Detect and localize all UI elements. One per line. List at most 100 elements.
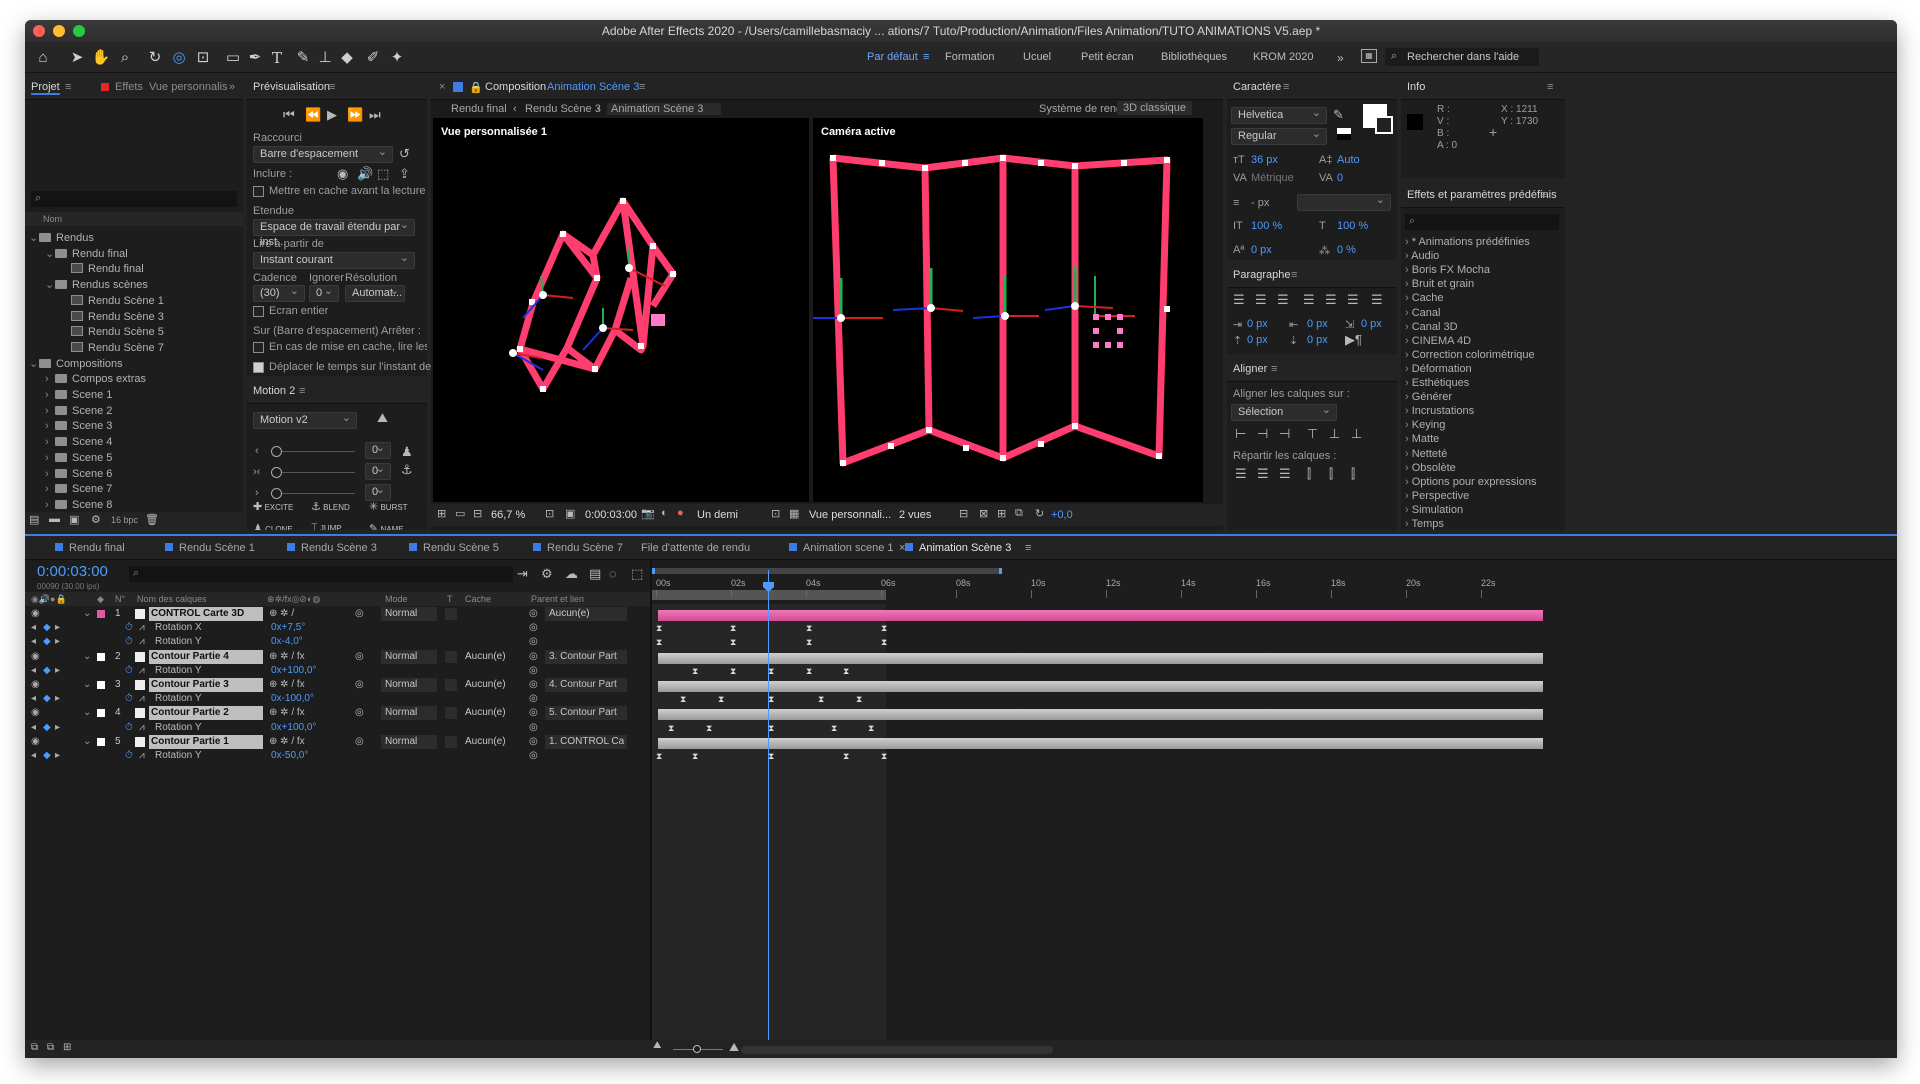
motion-preset-dropdown[interactable]: Motion v2 <box>253 411 357 429</box>
motion-name-button[interactable]: ✎ NAME <box>369 522 404 530</box>
property-value[interactable]: 0x+100,0° <box>271 664 316 678</box>
font-family-dropdown[interactable]: Helvetica <box>1231 106 1327 124</box>
comp-menu-icon[interactable]: ≡ <box>639 81 645 93</box>
play-from-dropdown[interactable]: Instant courant <box>253 251 415 269</box>
pickwhip-icon[interactable]: ◎ <box>529 735 538 749</box>
expand-arrow-icon[interactable]: ⌄ <box>29 230 39 246</box>
layer-name[interactable]: Contour Partie 3 <box>149 678 263 692</box>
blend-mode-dropdown[interactable]: Normal <box>381 678 437 692</box>
motion-clone-button[interactable]: ♟ CLONE <box>253 522 293 530</box>
cadence-dropdown[interactable]: (30) <box>253 284 305 302</box>
next-keyframe-icon[interactable]: ▸ <box>55 721 60 735</box>
keyframe-icon[interactable]: ⧗ <box>881 638 887 647</box>
project-item[interactable]: ⌄ Compositions <box>29 356 123 372</box>
add-keyframe-icon[interactable]: ◆ <box>43 721 51 735</box>
expand-arrow-icon[interactable]: › <box>1405 292 1412 304</box>
prev-keyframe-icon[interactable]: ◂ <box>31 664 36 678</box>
layer-label-color-icon[interactable] <box>97 737 105 746</box>
close-comp-icon[interactable]: × <box>439 81 445 93</box>
tab-menu-icon[interactable]: ≡ <box>1025 542 1031 554</box>
renderer-dropdown[interactable]: 3D classique <box>1117 101 1192 115</box>
ignore-dropdown[interactable]: 0 <box>309 284 339 302</box>
draft-3d-icon[interactable]: ⊠ <box>979 507 988 520</box>
effects-presets-tab[interactable]: Effets et paramètres prédéfinis <box>1407 189 1557 201</box>
effect-category[interactable]: › Cache <box>1405 292 1444 304</box>
puppet-tool-icon[interactable]: ✦ <box>387 48 407 68</box>
stroke-color-swatch[interactable] <box>1375 116 1393 134</box>
tsume-value[interactable]: 0 % <box>1337 244 1356 256</box>
keyframe-icon[interactable]: ⧗ <box>692 666 698 675</box>
expand-arrow-icon[interactable]: › <box>1405 504 1412 516</box>
distribute-vcenter-icon[interactable]: ☰ <box>1257 466 1269 482</box>
panel-overflow-icon[interactable]: » <box>229 81 235 93</box>
black-white-swatch[interactable] <box>1337 128 1351 140</box>
project-tab[interactable]: Projet <box>31 81 60 95</box>
layer-switches-icon[interactable]: ⊕ ✲ / <box>269 607 294 621</box>
trash-icon[interactable]: 🗑 <box>145 513 159 526</box>
comp-tab-name[interactable]: Animation Scène 3 <box>547 81 639 93</box>
views-layout-dropdown[interactable]: 2 vues <box>899 509 931 521</box>
project-item[interactable]: › Scene 1 <box>45 387 112 403</box>
align-center-icon[interactable]: ☰ <box>1255 292 1267 308</box>
resolution-dropdown[interactable]: Un demi <box>697 509 738 521</box>
fit-icon[interactable]: ⊡ <box>545 507 554 520</box>
motion-blend-button[interactable]: ⚓ BLEND <box>311 500 350 513</box>
close-tab-icon[interactable]: × <box>899 542 905 554</box>
effect-category[interactable]: › Bruit et grain <box>1405 278 1474 290</box>
layer-duration-bar[interactable] <box>658 737 1543 749</box>
keyframe-icon[interactable]: ⧗ <box>656 752 662 761</box>
always-preview-icon[interactable]: ⊞ <box>437 507 446 520</box>
timeline-tab[interactable]: Rendu final <box>55 542 125 554</box>
pan-behind-tool-icon[interactable]: ⊡ <box>193 48 213 68</box>
safe-zones-icon[interactable]: ▣ <box>565 507 575 520</box>
timeline-layer-row[interactable]: ◉ ⌄ 2 Contour Partie 4 ⊕ ✲ / fx ◎ Normal… <box>25 649 650 664</box>
keyframe-icon[interactable]: ⧗ <box>806 624 812 633</box>
3d-layer-icon[interactable]: ◎ <box>355 607 364 621</box>
keyframe-icon[interactable]: ⧗ <box>843 752 849 761</box>
new-folder-icon[interactable]: ▬ <box>49 513 60 525</box>
project-item[interactable]: Rendu Scène 3 <box>61 309 164 325</box>
project-item[interactable]: Rendu final <box>61 261 144 277</box>
graph-icon[interactable]: ⩘ <box>139 721 145 735</box>
transparency-grid-icon[interactable]: ▦ <box>789 507 799 520</box>
color-channels-icon[interactable]: ● <box>677 507 684 519</box>
rotate-tool-icon[interactable]: ↻ <box>145 48 165 68</box>
next-keyframe-icon[interactable]: ▸ <box>55 749 60 763</box>
distribute-bottom-icon[interactable]: ☰ <box>1279 466 1291 482</box>
expand-arrow-icon[interactable]: ⌄ <box>29 356 39 372</box>
blend-mode-dropdown[interactable]: Normal <box>381 706 437 721</box>
timeline-layer-row[interactable]: ◉ ⌄ 3 Contour Partie 3 ⊕ ✲ / fx ◎ Normal… <box>25 678 650 692</box>
expand-arrow-icon[interactable]: ⌄ <box>45 246 55 262</box>
workspace-small-screen[interactable]: Petit écran <box>1081 51 1134 63</box>
expression-pickwhip-icon[interactable]: ◎ <box>529 664 538 678</box>
fullscreen-checkbox[interactable] <box>253 306 264 317</box>
workspace-krom[interactable]: KROM 2020 <box>1253 51 1314 63</box>
extent-dropdown[interactable]: Espace de travail étendu par inst... <box>253 218 415 248</box>
effects-presets-menu-icon[interactable]: ≡ <box>1541 189 1547 201</box>
workspace-formation[interactable]: Formation <box>945 51 995 63</box>
slider-1-track[interactable] <box>271 446 355 457</box>
parent-dropdown[interactable]: 3. Contour Part <box>545 649 627 664</box>
distribute-right-icon[interactable]: ⫿ <box>1351 466 1355 482</box>
graph-icon[interactable]: ⩘ <box>139 749 145 763</box>
tracking-value[interactable]: 0 <box>1337 172 1343 184</box>
slider-1-value[interactable]: 0 <box>365 441 391 459</box>
blend-mode-dropdown[interactable]: Normal <box>381 607 437 621</box>
expand-arrow-icon[interactable]: › <box>1405 363 1412 375</box>
keyframe-icon[interactable]: ⧗ <box>692 752 698 761</box>
add-keyframe-icon[interactable]: ◆ <box>43 749 51 763</box>
keyframe-icon[interactable]: ⧗ <box>718 695 724 704</box>
lock-icon[interactable]: 🔒 <box>469 81 483 94</box>
selection-tool-icon[interactable]: ➤ <box>67 48 87 68</box>
project-item[interactable]: › Scene 8 <box>45 497 112 513</box>
pickwhip-icon[interactable]: ◎ <box>529 650 538 664</box>
layer-switches-icon[interactable]: ⊕ ✲ / fx <box>269 735 305 749</box>
include-audio-icon[interactable]: 🔊 <box>357 166 373 182</box>
playhead-line[interactable] <box>763 570 774 1040</box>
property-value[interactable]: 0x+7,5° <box>271 621 305 635</box>
kerning-value[interactable]: Métrique <box>1251 172 1294 184</box>
timeline-tab[interactable]: Rendu Scène 1 <box>165 542 255 554</box>
3d-layer-icon[interactable]: ◎ <box>355 650 364 664</box>
first-line-value[interactable]: 0 px <box>1361 318 1382 330</box>
preserve-transparency-toggle[interactable] <box>445 679 457 691</box>
